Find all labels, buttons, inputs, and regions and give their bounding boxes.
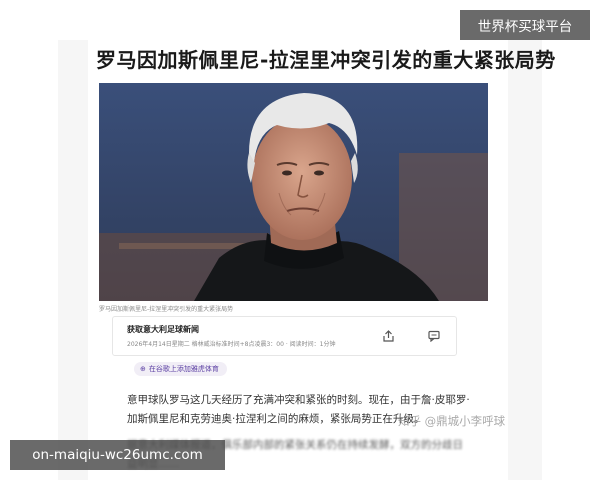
site-name-badge: 世界杯买球平台	[460, 10, 590, 40]
source-meta: 2026年4月14日星期二 格林威治标准时间+8点凌晨3：00 · 阅读时间：1…	[127, 341, 336, 348]
zhihu-watermark: 知乎 @鼎城小李呼球	[398, 414, 506, 428]
plus-circle-icon: ⊕	[140, 365, 146, 373]
follow-on-google-button[interactable]: ⊕ 在谷歌上添加雅虎体育	[134, 362, 227, 376]
comment-button[interactable]	[423, 325, 445, 347]
share-button[interactable]	[377, 325, 399, 347]
photo-caption: 罗马因加斯佩里尼-拉涅里冲突引发的重大紧张局势	[99, 306, 234, 313]
article-title: 罗马因加斯佩里尼-拉涅里冲突引发的重大紧张局势	[96, 48, 556, 72]
share-icon	[382, 330, 394, 342]
source-name[interactable]: 获取意大利足球新闻	[127, 324, 199, 335]
coach-portrait-image	[99, 83, 488, 301]
follow-label: 在谷歌上添加雅虎体育	[148, 365, 219, 373]
comment-icon	[428, 330, 440, 342]
site-url-badge[interactable]: on-maiqiu-wc26umc.com	[10, 440, 225, 470]
article-photo	[99, 83, 488, 301]
source-card: 获取意大利足球新闻 2026年4月14日星期二 格林威治标准时间+8点凌晨3：0…	[112, 316, 457, 356]
